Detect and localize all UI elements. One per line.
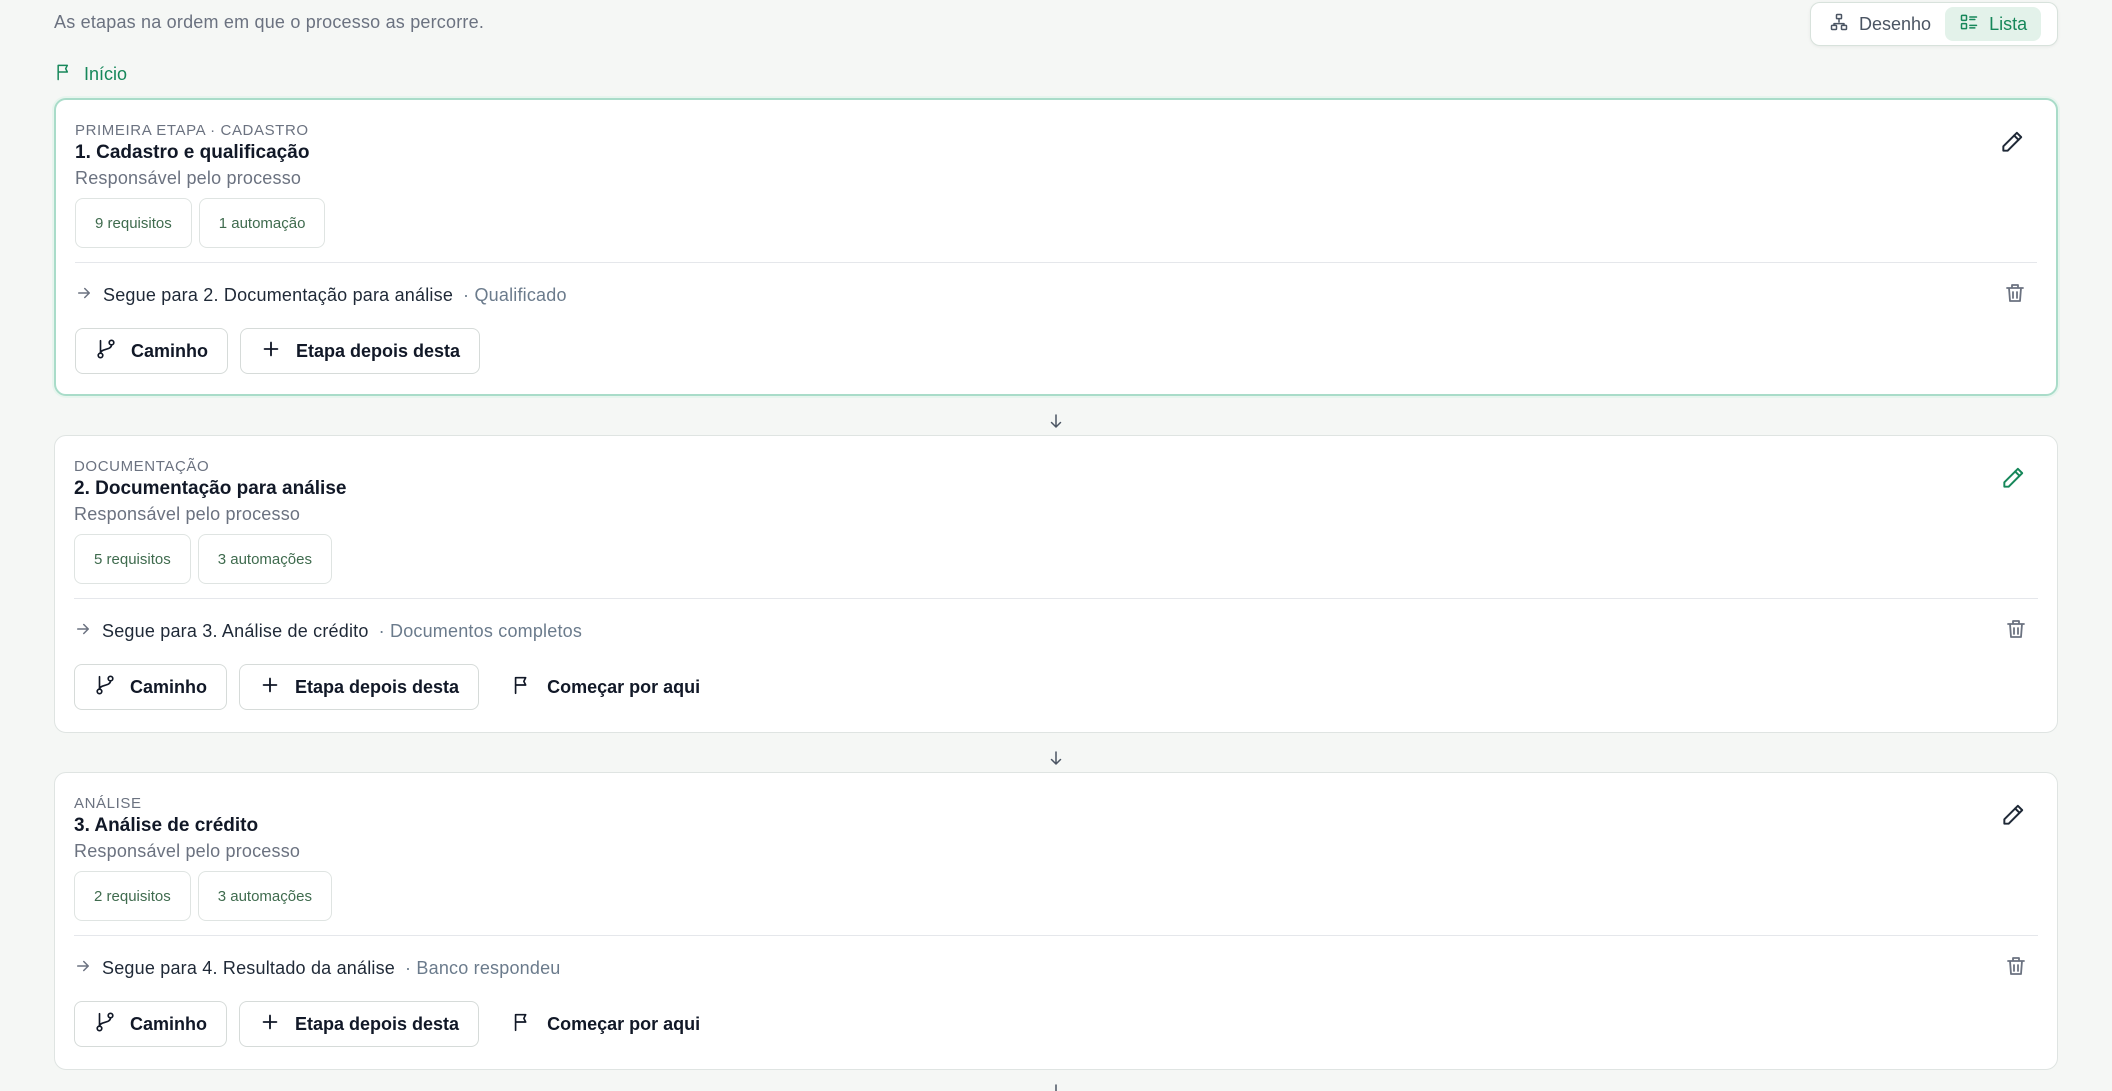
add-stage-after-label: Etapa depois desta [295, 1013, 460, 1034]
start-label: Início [84, 64, 128, 84]
automations-chip[interactable]: 1 automação [198, 198, 326, 248]
view-toggle-lista-label: Lista [1989, 13, 2028, 34]
delete-route-button[interactable] [2002, 282, 2028, 308]
route-prefix: Segue para [102, 621, 198, 641]
stage-eyebrow: ANÁLISE [74, 795, 142, 812]
page-subtitle: As etapas na ordem em que o processo as … [54, 12, 485, 32]
edit-stage-button[interactable] [1997, 464, 2029, 496]
route-condition: · Banco respondeu [405, 958, 561, 978]
route-condition: · Documentos completos [378, 621, 583, 641]
arrow-down-icon [1055, 1084, 1057, 1091]
path-button[interactable]: Caminho [75, 328, 229, 374]
divider [75, 262, 2037, 263]
route-row: Segue para 3. Análise de crédito · Docum… [74, 620, 582, 643]
trash-icon [2004, 954, 2028, 983]
add-stage-after-button[interactable]: Etapa depois desta [240, 328, 481, 374]
stage-owner: Responsável pelo processo [75, 168, 302, 188]
requirements-chip[interactable]: 5 requisitos [74, 534, 191, 584]
requirements-chip[interactable]: 2 requisitos [74, 871, 191, 921]
route-target: 4. Resultado da análise [202, 958, 396, 978]
route-row: Segue para 2. Documentação para análise … [75, 284, 567, 307]
git-branch-icon [94, 674, 116, 701]
path-button[interactable]: Caminho [74, 664, 228, 710]
add-stage-after-button[interactable]: Etapa depois desta [239, 1001, 480, 1047]
start-marker: Início [54, 62, 127, 87]
requirements-chip[interactable]: 9 requisitos [75, 198, 192, 248]
path-button[interactable]: Caminho [74, 1001, 228, 1047]
add-stage-after-label: Etapa depois desta [296, 340, 461, 361]
route-prefix: Segue para [103, 285, 199, 305]
add-stage-after-button[interactable]: Etapa depois desta [239, 664, 480, 710]
stage-eyebrow: DOCUMENTAÇÃO [74, 458, 210, 475]
pencil-icon [1999, 129, 2025, 160]
trash-icon [2003, 281, 2027, 310]
arrow-down-icon [1050, 751, 1062, 765]
stage-title: 3. Análise de crédito [74, 815, 259, 836]
path-button-label: Caminho [130, 676, 208, 697]
stage-title: 1. Cadastro e qualificação [75, 142, 310, 163]
plus-icon [259, 1011, 281, 1038]
arrow-right-icon [75, 284, 93, 307]
delete-route-button[interactable] [2003, 618, 2029, 644]
pencil-icon [2000, 465, 2026, 496]
workflow-icon [1829, 12, 1849, 37]
start-here-label: Começar por aqui [547, 676, 701, 697]
edit-stage-button[interactable] [1997, 801, 2029, 833]
start-here-button[interactable]: Começar por aqui [491, 1001, 720, 1047]
stage-card-3[interactable]: ANÁLISE 3. Análise de crédito Responsáve… [54, 772, 2058, 1070]
arrow-right-icon [74, 957, 92, 980]
arrow-right-icon [74, 620, 92, 643]
stage-owner: Responsável pelo processo [74, 841, 301, 861]
stage-card-1[interactable]: PRIMEIRA ETAPA · CADASTRO 1. Cadastro e … [54, 98, 2058, 396]
pencil-icon [2000, 802, 2026, 833]
arrow-down-icon [1050, 414, 1062, 428]
flag-icon [54, 62, 74, 87]
git-branch-icon [94, 1011, 116, 1038]
plus-icon [259, 674, 281, 701]
stage-title: 2. Documentação para análise [74, 478, 347, 499]
git-branch-icon [95, 338, 117, 365]
start-here-label: Começar por aqui [547, 1013, 701, 1034]
view-toggle-lista[interactable]: Lista [1945, 7, 2042, 41]
flag-icon [511, 1011, 533, 1038]
start-here-button[interactable]: Começar por aqui [491, 664, 720, 710]
path-button-label: Caminho [130, 1013, 208, 1034]
route-target: 2. Documentação para análise [203, 285, 454, 305]
view-toggle-desenho[interactable]: Desenho [1815, 7, 1945, 41]
stage-eyebrow: PRIMEIRA ETAPA · CADASTRO [75, 122, 309, 139]
delete-route-button[interactable] [2003, 955, 2029, 981]
divider [74, 935, 2038, 936]
route-prefix: Segue para [102, 958, 198, 978]
divider [74, 598, 2038, 599]
plus-icon [260, 338, 282, 365]
list-icon [1959, 12, 1979, 37]
add-stage-after-label: Etapa depois desta [295, 676, 460, 697]
route-target: 3. Análise de crédito [202, 621, 369, 641]
edit-stage-button[interactable] [1996, 128, 2028, 160]
view-toggle-desenho-label: Desenho [1859, 13, 1932, 34]
automations-chip[interactable]: 3 automações [197, 871, 332, 921]
view-toggle: Desenho Lista [1810, 2, 2058, 46]
path-button-label: Caminho [131, 340, 209, 361]
trash-icon [2004, 617, 2028, 646]
flag-icon [511, 674, 533, 701]
automations-chip[interactable]: 3 automações [197, 534, 332, 584]
route-condition: · Qualificado [463, 285, 567, 305]
route-row: Segue para 4. Resultado da análise · Ban… [74, 957, 561, 980]
stage-owner: Responsável pelo processo [74, 504, 301, 524]
stage-card-2[interactable]: DOCUMENTAÇÃO 2. Documentação para anális… [54, 435, 2058, 733]
